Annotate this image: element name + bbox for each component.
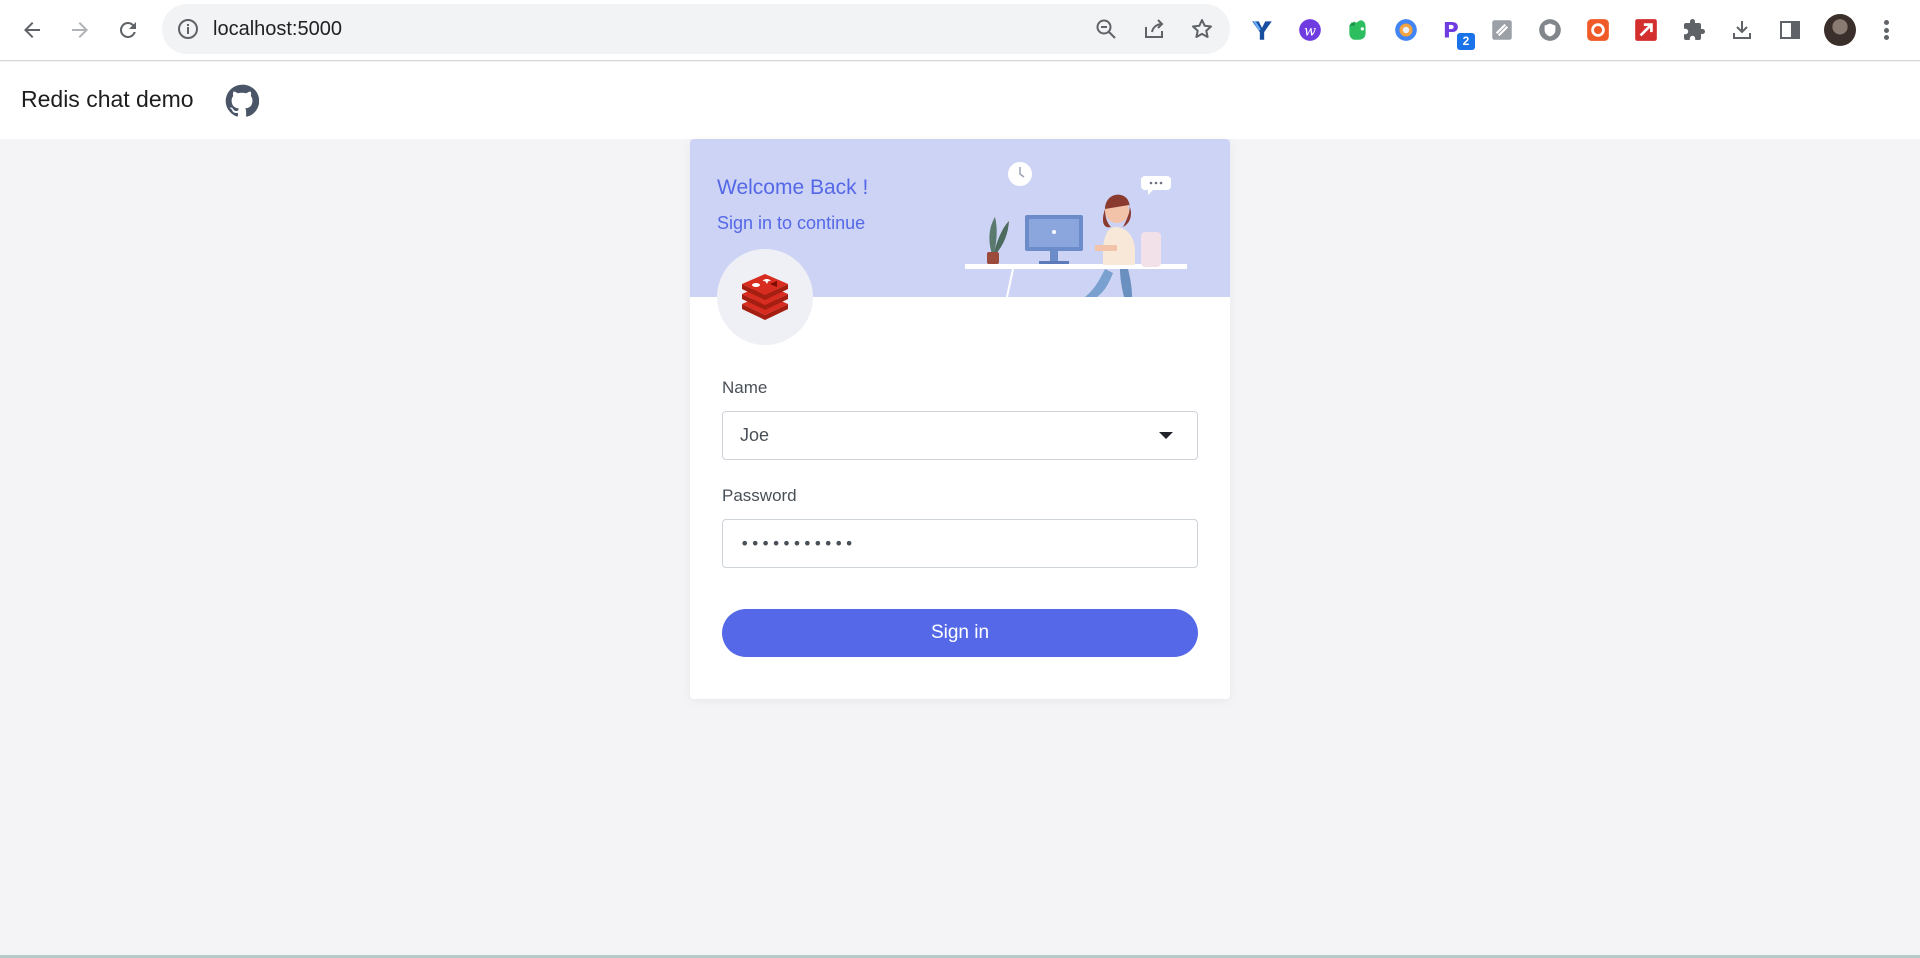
welcome-heading: Welcome Back ! [717,176,869,199]
shield-icon[interactable] [1536,16,1564,44]
sign-in-button[interactable]: Sign in [722,609,1198,657]
url-text[interactable]: localhost:5000 [213,18,342,41]
name-select[interactable]: Joe [722,411,1198,460]
github-icon[interactable] [225,84,259,118]
address-bar[interactable]: localhost:5000 [162,4,1230,54]
extension-badge: 2 [1457,33,1475,50]
back-arrow-icon[interactable] [14,12,50,48]
info-icon[interactable] [176,17,200,41]
svg-text:w: w [1304,23,1316,39]
password-label: Password [722,486,797,505]
chevron-down-icon [1159,432,1173,439]
download-icon[interactable] [1728,16,1756,44]
share-icon[interactable] [1142,17,1166,41]
extension-w-icon[interactable]: w [1296,16,1324,44]
side-panel-icon[interactable] [1776,16,1804,44]
puzzle-icon[interactable] [1680,16,1708,44]
name-label: Name [722,378,768,397]
reload-icon[interactable] [110,12,146,48]
name-select-value: Joe [740,425,770,445]
profile-avatar[interactable] [1824,14,1856,46]
extension-arrow-icon[interactable] [1632,16,1660,44]
extension-y-icon[interactable] [1248,16,1276,44]
bookmark-star-icon[interactable] [1190,17,1214,41]
browser-toolbar: localhost:5000 w P 2 [0,0,1920,61]
redis-logo [717,249,813,345]
extension-orb-icon[interactable] [1392,16,1420,44]
app-header: Redis chat demo [0,62,1920,139]
login-card: Welcome Back ! Sign in to continue Name … [690,139,1230,699]
evernote-icon[interactable] [1344,16,1372,44]
workspace-illustration [965,162,1187,297]
zoom-out-icon[interactable] [1094,17,1118,41]
welcome-subtitle: Sign in to continue [717,213,866,233]
more-menu-icon[interactable] [1878,16,1894,44]
password-input[interactable] [722,519,1198,568]
app-title: Redis chat demo [21,86,194,112]
forward-arrow-icon[interactable] [62,12,98,48]
extension-notes-icon[interactable] [1488,16,1516,44]
extension-square-icon[interactable] [1584,16,1612,44]
